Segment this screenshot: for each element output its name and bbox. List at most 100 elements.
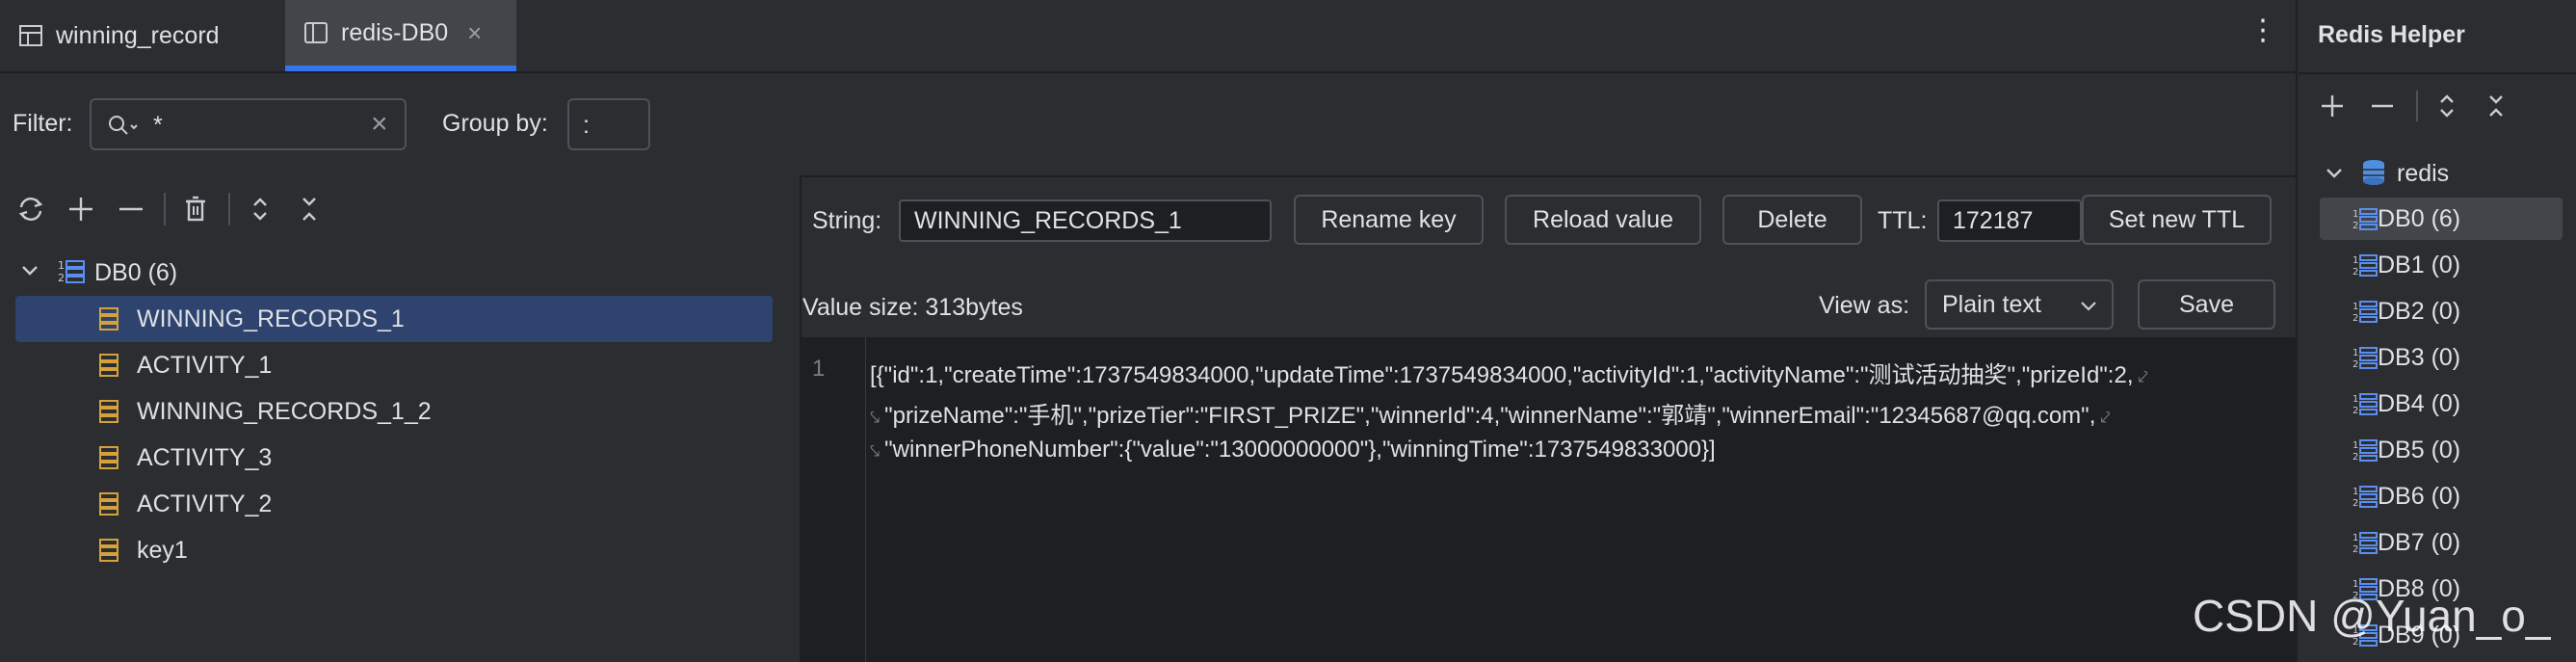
svg-text:1: 1 — [2353, 579, 2358, 590]
sidebar-db0[interactable]: 12 DB0 (6) — [2320, 198, 2563, 240]
add-icon[interactable] — [2313, 87, 2352, 125]
collapse-all-icon[interactable] — [2477, 87, 2515, 125]
svg-text:1: 1 — [2353, 255, 2358, 266]
db-label: DB0 (6) — [2378, 204, 2461, 232]
filter-value: * — [153, 112, 163, 139]
string-key-icon — [99, 400, 118, 423]
reload-value-button[interactable]: Reload value — [1505, 195, 1701, 245]
expand-all-icon[interactable] — [241, 190, 279, 228]
add-icon[interactable] — [62, 190, 100, 228]
sidebar-db6[interactable]: 12 DB6 (0) — [2320, 475, 2563, 517]
group-by-input[interactable]: : — [567, 98, 650, 150]
panel-divider — [2299, 72, 2576, 74]
tree-key-winning-records-1-2[interactable]: WINNING_RECORDS_1_2 — [15, 388, 773, 435]
tree-key-activity-3[interactable]: ACTIVITY_3 — [15, 435, 773, 481]
tab-winning-record[interactable]: winning_record — [0, 0, 284, 71]
rename-key-button[interactable]: Rename key — [1294, 195, 1484, 245]
table-icon — [19, 25, 42, 46]
code-line: [{"id":1,"createTime":1737549834000,"upd… — [870, 356, 2148, 389]
svg-text:1: 1 — [2353, 487, 2358, 497]
svg-text:1: 1 — [2353, 533, 2358, 543]
delete-button[interactable]: Delete — [1722, 195, 1862, 245]
watermark: CSDN @Yuan_o_ — [2193, 591, 2551, 641]
chevron-down-icon — [2081, 302, 2096, 311]
database-list-icon: 12 — [58, 258, 85, 290]
soft-wrap-icon: ⤦ — [2133, 367, 2148, 386]
key-name-field[interactable]: WINNING_RECORDS_1 — [899, 199, 1272, 242]
database-list-icon: 12 — [2353, 301, 2378, 323]
toolbar-divider — [2416, 91, 2418, 121]
tree-key-activity-2[interactable]: ACTIVITY_2 — [15, 481, 773, 527]
filter-input[interactable]: * × — [90, 98, 407, 150]
save-button[interactable]: Save — [2138, 279, 2275, 330]
search-icon — [107, 114, 140, 144]
line-number: 1 — [812, 356, 826, 382]
database-list-icon: 12 — [2353, 439, 2378, 462]
db-label: DB6 (0) — [2378, 482, 2461, 510]
toolbar-divider — [164, 193, 166, 225]
string-key-icon — [99, 354, 118, 377]
database-list-icon: 12 — [2353, 208, 2378, 230]
tree-key-key1[interactable]: key1 — [15, 527, 773, 573]
svg-text:1: 1 — [2353, 302, 2358, 312]
key-label: key1 — [137, 536, 188, 564]
svg-text:1: 1 — [2353, 440, 2358, 451]
database-list-icon: 12 — [2353, 254, 2378, 277]
svg-text:1: 1 — [2353, 394, 2358, 405]
sidebar-db5[interactable]: 12 DB5 (0) — [2320, 429, 2563, 471]
redis-root-label[interactable]: redis — [2397, 160, 2449, 188]
key-label: WINNING_RECORDS_1_2 — [137, 397, 432, 425]
redis-server-icon — [2361, 158, 2386, 194]
panel-icon — [304, 22, 328, 43]
tab-redis-db0[interactable]: redis-DB0 × — [285, 0, 516, 71]
key-type-label: String: — [812, 207, 882, 234]
database-list-icon: 12 — [2353, 393, 2378, 415]
sidebar-db1[interactable]: 12 DB1 (0) — [2320, 244, 2563, 286]
database-list-icon: 12 — [2353, 486, 2378, 508]
soft-wrap-icon: ⤥ — [870, 408, 885, 427]
db-label: DB3 (0) — [2378, 343, 2461, 371]
editor-tab-bar: winning_record redis-DB0 × — [0, 0, 2296, 73]
sidebar-db7[interactable]: 12 DB7 (0) — [2320, 521, 2563, 564]
key-label: ACTIVITY_1 — [137, 351, 273, 379]
expand-all-icon[interactable] — [2428, 87, 2466, 125]
svg-text:2: 2 — [2353, 544, 2358, 554]
tab-label: redis-DB0 — [341, 18, 449, 46]
key-label: WINNING_RECORDS_1 — [137, 305, 405, 332]
svg-text:2: 2 — [2353, 359, 2358, 369]
svg-text:1: 1 — [2353, 209, 2358, 220]
value-size-label: Value size: 313bytes — [802, 294, 1023, 321]
chevron-down-icon[interactable] — [19, 260, 40, 288]
more-options-icon[interactable]: ⋮ — [2248, 13, 2277, 47]
code-line-text: "prizeName":"手机","prizeTier":"FIRST_PRIZ… — [884, 403, 2096, 429]
filter-label: Filter: — [13, 110, 73, 137]
svg-text:2: 2 — [2353, 406, 2358, 415]
ttl-field[interactable]: 172187 — [1937, 199, 2082, 242]
database-list-icon: 12 — [2353, 347, 2378, 369]
tree-key-activity-1[interactable]: ACTIVITY_1 — [15, 342, 773, 388]
database-list-icon: 12 — [2353, 532, 2378, 554]
sidebar-db2[interactable]: 12 DB2 (0) — [2320, 290, 2563, 332]
set-new-ttl-button[interactable]: Set new TTL — [2082, 195, 2272, 245]
sidebar-db3[interactable]: 12 DB3 (0) — [2320, 336, 2563, 379]
remove-icon[interactable] — [2363, 87, 2402, 125]
remove-icon[interactable] — [112, 190, 150, 228]
db-label: DB7 (0) — [2378, 528, 2461, 556]
refresh-icon[interactable] — [12, 190, 50, 228]
chevron-down-icon[interactable] — [2324, 163, 2345, 191]
collapse-all-icon[interactable] — [290, 190, 329, 228]
string-key-icon — [99, 492, 118, 516]
trash-icon[interactable] — [176, 190, 215, 228]
tree-key-winning-records-1[interactable]: WINNING_RECORDS_1 — [15, 296, 773, 342]
tree-db-label[interactable]: DB0 (6) — [94, 259, 177, 287]
sidebar-db4[interactable]: 12 DB4 (0) — [2320, 383, 2563, 425]
code-line-text: "winnerPhoneNumber":{"value":"1300000000… — [884, 437, 1716, 463]
key-name-value: WINNING_RECORDS_1 — [914, 206, 1182, 234]
panel-title: Redis Helper — [2318, 21, 2465, 48]
toolbar-divider — [228, 193, 230, 225]
clear-icon[interactable]: × — [371, 108, 388, 141]
code-line: ⤥ "winnerPhoneNumber":{"value":"13000000… — [870, 437, 1716, 463]
close-icon[interactable]: × — [467, 18, 482, 48]
db-label: DB2 (0) — [2378, 297, 2461, 325]
view-as-select[interactable]: Plain text — [1925, 279, 2114, 330]
